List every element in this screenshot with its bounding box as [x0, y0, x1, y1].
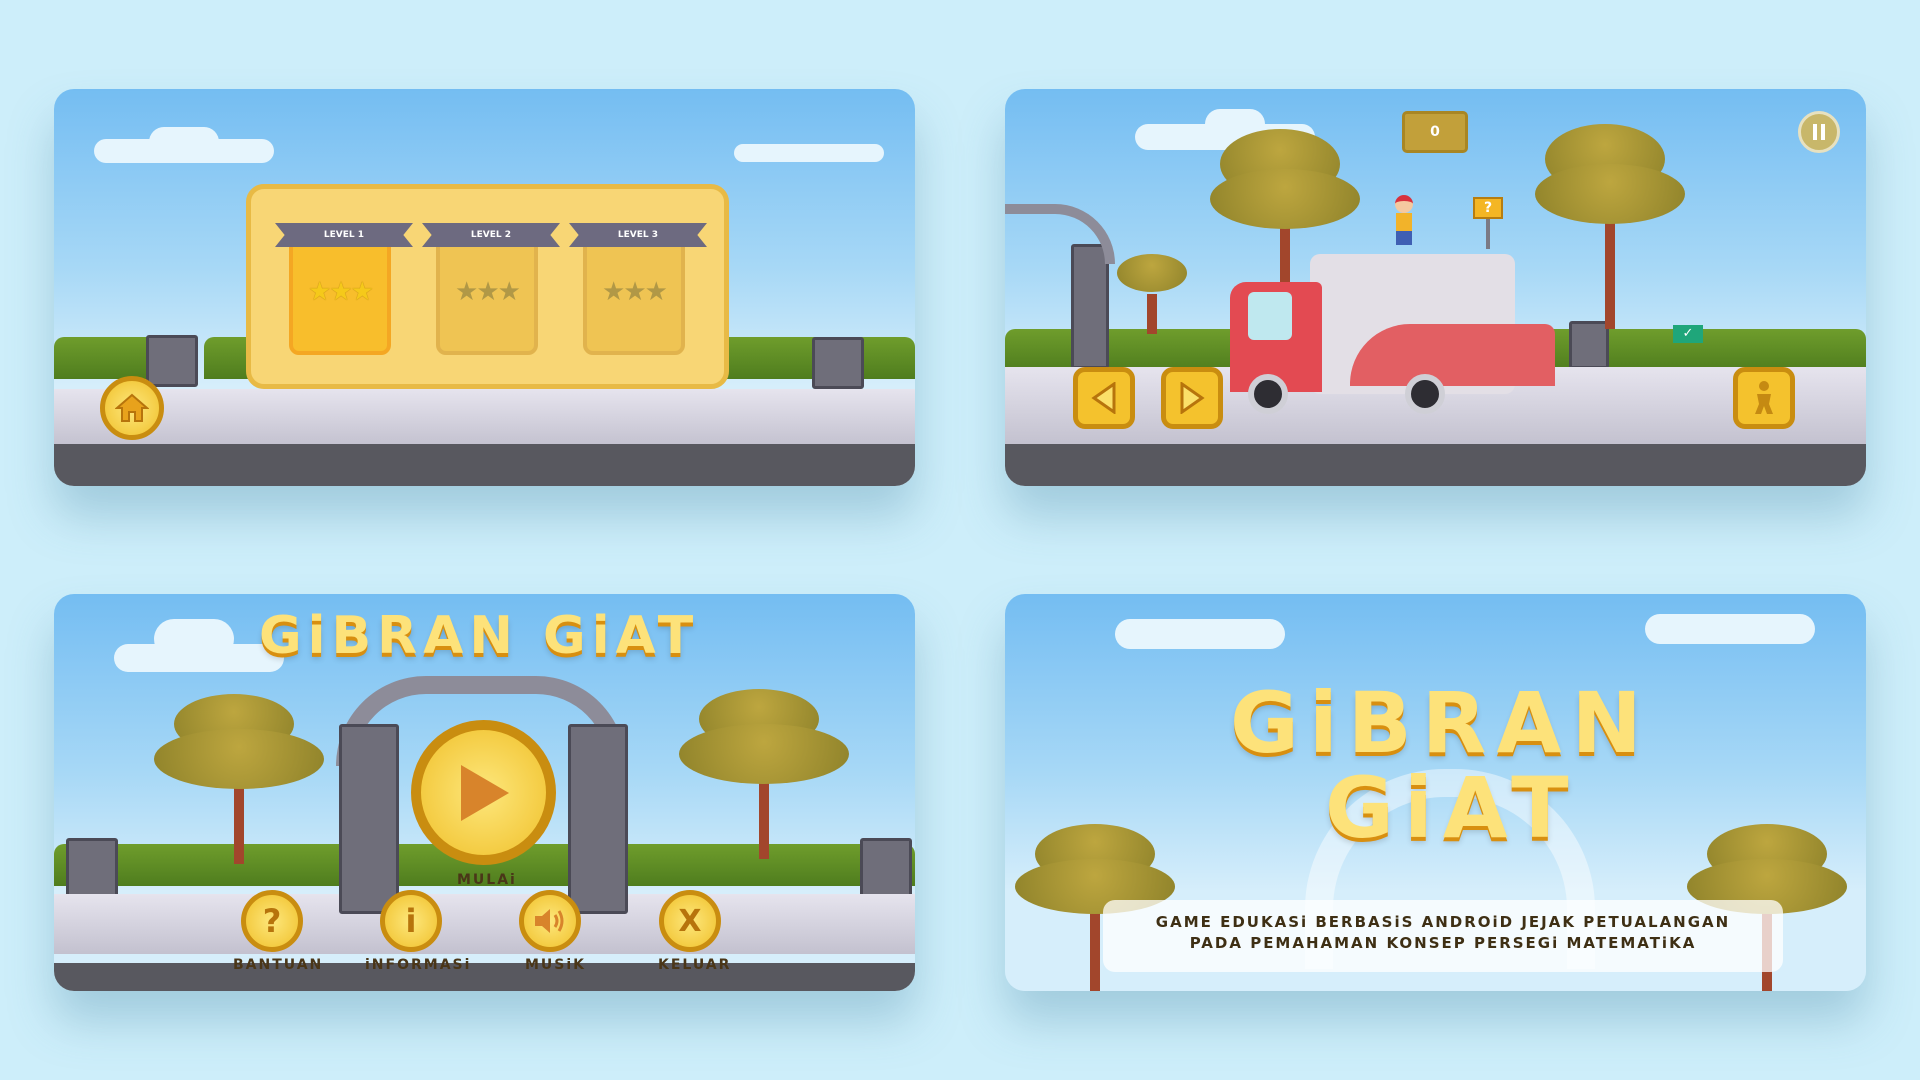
level-ribbon: LEVEL 1 [275, 223, 413, 247]
stone-pillar [146, 335, 198, 387]
checkpoint-flag: ✓ [1673, 325, 1703, 343]
truck [1230, 254, 1555, 414]
play-button[interactable] [411, 720, 556, 865]
road [54, 963, 915, 991]
right-arrow-icon [1180, 382, 1205, 414]
level-ribbon: LEVEL 2 [422, 223, 560, 247]
road-sidewalk [54, 389, 915, 447]
music-label: MUSiK [525, 957, 587, 973]
stone-pillar [66, 838, 118, 900]
speaker-icon [535, 909, 564, 933]
help-button[interactable]: ? [241, 890, 303, 952]
question-sign[interactable]: ? [1473, 197, 1503, 219]
title-line-1: GiBRAN [1230, 674, 1652, 772]
level-select-screen: LEVEL 1 ★★★ LEVEL 2 ★★★ LEVEL 3 ★★★ [54, 89, 915, 486]
splash-screen: GiBRAN GiAT GAME EDUKASi BERBASiS ANDROi… [1005, 594, 1866, 991]
pause-button[interactable] [1798, 111, 1840, 153]
stone-pillar [812, 337, 864, 389]
move-left-button[interactable] [1073, 367, 1135, 429]
play-label: MULAi [457, 872, 517, 888]
tree [1535, 124, 1685, 329]
cloud [1645, 614, 1815, 644]
title-line-2: GiAT [1325, 759, 1579, 857]
info-label: iNFORMASi [365, 957, 472, 973]
move-right-button[interactable] [1161, 367, 1223, 429]
gameplay-screen: ? ✓ 0 [1005, 89, 1866, 486]
info-button[interactable]: i [380, 890, 442, 952]
road [1005, 444, 1866, 486]
player-character [1393, 195, 1415, 245]
level-card-3[interactable]: LEVEL 3 ★★★ [569, 223, 707, 355]
play-icon [460, 764, 509, 821]
stone-pillar [339, 724, 399, 914]
exit-label: KELUAR [658, 957, 732, 973]
exit-button[interactable]: X [659, 890, 721, 952]
stone-arch [1005, 204, 1115, 264]
level-card-2[interactable]: LEVEL 2 ★★★ [422, 223, 560, 355]
tagline-line-1: GAME EDUKASi BERBASiS ANDROiD JEJAK PETU… [1155, 913, 1731, 931]
tagline-line-2: PADA PEMAHAMAN KONSEP PERSEGi MATEMATiKA [1189, 934, 1697, 952]
level-ribbon: LEVEL 3 [569, 223, 707, 247]
cloud [734, 144, 884, 162]
star-rating: ★★★ [602, 277, 668, 307]
jump-icon [1755, 381, 1773, 414]
stone-pillar [568, 724, 628, 914]
jump-button[interactable] [1733, 367, 1795, 429]
pause-icon [1813, 124, 1825, 140]
tagline-box: GAME EDUKASi BERBASiS ANDROiD JEJAK PETU… [1103, 900, 1783, 972]
score-box: 0 [1402, 111, 1468, 153]
tree [1117, 254, 1187, 334]
help-label: BANTUAN [233, 957, 324, 973]
tree [154, 694, 324, 864]
star-rating: ★★★ [308, 277, 374, 307]
level-board: LEVEL 1 ★★★ LEVEL 2 ★★★ LEVEL 3 ★★★ [246, 184, 729, 389]
cloud [149, 127, 219, 157]
stone-pillar [860, 838, 912, 900]
main-menu-screen: GiBRAN GiAT MULAi ? BANTUAN i iNFORMASi … [54, 594, 915, 991]
sign-pole [1486, 219, 1490, 249]
star-rating: ★★★ [455, 277, 521, 307]
music-button[interactable] [519, 890, 581, 952]
tree [679, 689, 849, 859]
cloud [154, 619, 234, 659]
road-sidewalk [54, 894, 915, 954]
left-arrow-icon [1091, 382, 1116, 414]
home-icon [115, 393, 149, 422]
game-title: GiBRAN GiAT [259, 606, 700, 666]
home-button[interactable] [100, 376, 164, 440]
level-card-1[interactable]: LEVEL 1 ★★★ [275, 223, 413, 355]
road [54, 444, 915, 486]
cloud [1115, 619, 1285, 649]
